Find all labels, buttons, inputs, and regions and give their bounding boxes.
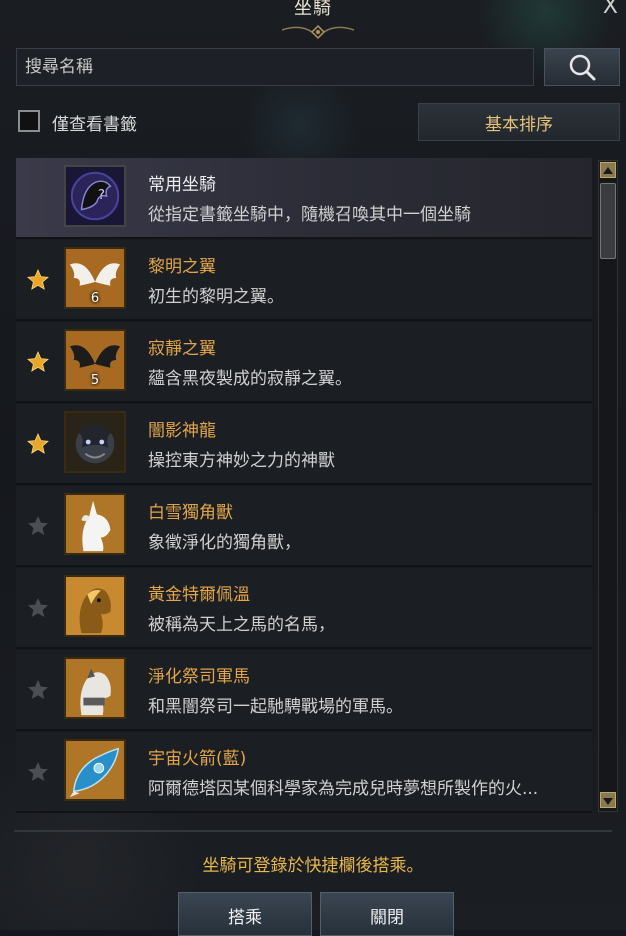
mount-description: 象徵淨化的獨角獸，: [148, 533, 301, 553]
scroll-thumb[interactable]: [600, 183, 616, 259]
white-unicorn-icon: [64, 493, 126, 555]
list-item[interactable]: ? 常用坐騎 從指定書籤坐騎中，隨機召喚其中一個坐騎: [16, 158, 592, 239]
bookmark-only-checkbox[interactable]: [18, 110, 40, 132]
list-item[interactable]: 白雪獨角獸 象徵淨化的獨角獸，: [16, 486, 592, 567]
item-count: 5: [90, 373, 100, 388]
search-button[interactable]: [544, 48, 620, 86]
divider: [14, 830, 612, 832]
shadow-dragon-icon: [64, 411, 126, 473]
scroll-up-icon[interactable]: [600, 162, 616, 178]
list-item[interactable]: 闇影神龍 操控東方神妙之力的神獸: [16, 404, 592, 485]
list-item[interactable]: 黃金特爾佩溫 被稱為天上之馬的名馬，: [16, 568, 592, 649]
list-item[interactable]: 5 寂靜之翼 蘊含黑夜製成的寂靜之翼。: [16, 322, 592, 403]
close-icon[interactable]: X: [603, 0, 618, 19]
bookmark-star-icon[interactable]: [26, 760, 50, 784]
ride-button[interactable]: 搭乘: [178, 892, 312, 936]
blue-rocket-icon: [64, 739, 126, 801]
mount-description: 從指定書籤坐騎中，隨機召喚其中一個坐騎: [148, 205, 471, 225]
white-wings-icon: 6: [64, 247, 126, 309]
list-item[interactable]: 淨化祭司軍馬 和黑闇祭司一起馳騁戰場的軍馬。: [16, 650, 592, 731]
mount-name: 淨化祭司軍馬: [148, 667, 250, 687]
bookmark-star-icon[interactable]: [26, 432, 50, 456]
mount-list: ? 常用坐騎 從指定書籤坐騎中，隨機召喚其中一個坐騎 6 黎明之翼 初生的黎明之…: [16, 158, 594, 818]
svg-text:?: ?: [98, 187, 105, 203]
mount-description: 被稱為天上之馬的名馬，: [148, 615, 335, 635]
search-icon: [569, 54, 596, 81]
mount-name: 黃金特爾佩溫: [148, 585, 250, 605]
bookmark-only-label: 僅查看書籤: [52, 115, 137, 135]
list-item[interactable]: 宇宙火箭(藍) 阿爾德塔因某個科學家為完成兒時夢想所製作的火...: [16, 732, 592, 813]
title-ornament-icon: [281, 24, 355, 40]
black-wings-icon: 5: [64, 329, 126, 391]
bookmark-star-icon[interactable]: [26, 268, 50, 292]
random-mount-icon: ?: [64, 165, 126, 227]
mount-name: 闇影神龍: [148, 421, 216, 441]
mount-name: 宇宙火箭(藍): [148, 749, 247, 769]
golden-horse-icon: [64, 575, 126, 637]
mount-description: 阿爾德塔因某個科學家為完成兒時夢想所製作的火...: [148, 779, 539, 799]
mount-description: 初生的黎明之翼。: [148, 287, 284, 307]
footer-hint: 坐騎可登錄於快捷欄後搭乘。: [202, 856, 424, 876]
mount-description: 蘊含黑夜製成的寂靜之翼。: [148, 369, 352, 389]
bookmark-star-icon[interactable]: [26, 678, 50, 702]
close-button[interactable]: 關閉: [320, 892, 454, 936]
list-item[interactable]: 6 黎明之翼 初生的黎明之翼。: [16, 240, 592, 321]
mount-description: 操控東方神妙之力的神獸: [148, 451, 335, 471]
scroll-down-icon[interactable]: [600, 792, 616, 808]
mount-name: 黎明之翼: [148, 257, 216, 277]
mount-name: 白雪獨角獸: [148, 503, 233, 523]
scrollbar[interactable]: [598, 160, 618, 812]
item-count: 6: [90, 291, 100, 306]
bookmark-star-icon[interactable]: [26, 514, 50, 538]
search-input[interactable]: [16, 48, 534, 86]
mount-name: 常用坐騎: [148, 175, 216, 195]
sort-button[interactable]: 基本排序: [418, 103, 620, 141]
mount-name: 寂靜之翼: [148, 339, 216, 359]
window-title: 坐騎: [294, 0, 332, 19]
warhorse-icon: [64, 657, 126, 719]
title-bar: 坐騎 X: [0, 0, 626, 40]
bookmark-star-icon[interactable]: [26, 596, 50, 620]
bookmark-star-icon[interactable]: [26, 350, 50, 374]
mount-description: 和黑闇祭司一起馳騁戰場的軍馬。: [148, 697, 403, 717]
